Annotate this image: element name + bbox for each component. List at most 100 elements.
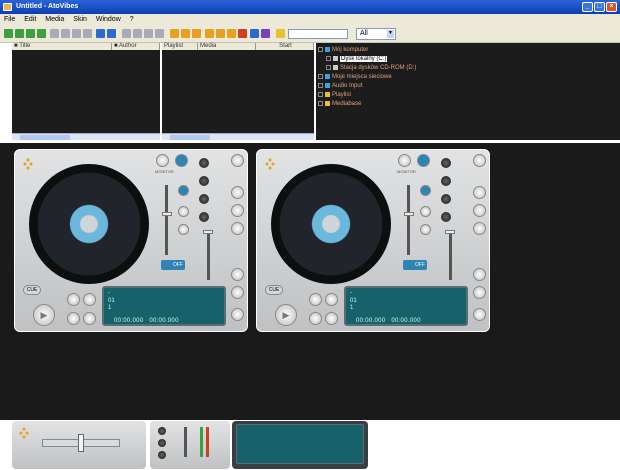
load-icon[interactable]: [15, 29, 24, 38]
copy-icon[interactable]: [61, 29, 70, 38]
folder-icon[interactable]: [276, 29, 285, 38]
cue-button[interactable]: CUE: [23, 285, 41, 295]
mixer-knob[interactable]: [158, 427, 166, 435]
volume-handle[interactable]: [203, 230, 213, 234]
fx-button[interactable]: [231, 204, 244, 217]
mixer-knob[interactable]: [158, 451, 166, 459]
crossfader-handle[interactable]: [78, 434, 84, 452]
tool-icon[interactable]: [155, 29, 164, 38]
seek-forward-button[interactable]: [325, 312, 338, 325]
tree-node-audio-input[interactable]: Audio Input: [318, 83, 362, 89]
menu-window[interactable]: Window: [96, 16, 121, 23]
open-icon[interactable]: [4, 29, 13, 38]
pitch-slider[interactable]: [165, 185, 168, 255]
delete-icon[interactable]: [83, 29, 92, 38]
pitch-handle[interactable]: [162, 212, 172, 216]
save-icon[interactable]: [37, 29, 46, 38]
chevron-down-icon[interactable]: ▼: [387, 30, 394, 38]
reloop-button[interactable]: [231, 308, 244, 321]
cue-point-button[interactable]: [83, 293, 96, 306]
open-button[interactable]: [473, 154, 486, 167]
in-button[interactable]: [231, 268, 244, 281]
cue-point-button[interactable]: [325, 293, 338, 306]
minimize-button[interactable]: _: [582, 2, 593, 12]
seek-forward-button[interactable]: [83, 312, 96, 325]
cue-button[interactable]: CUE: [265, 285, 283, 295]
mixer-fader[interactable]: [184, 427, 187, 457]
tree-node-cdrom[interactable]: Stacja dysków CD-ROM (D:): [326, 65, 416, 71]
close-button[interactable]: ×: [606, 2, 617, 12]
pitch-handle[interactable]: [404, 212, 414, 216]
turntable-platter[interactable]: [29, 164, 149, 284]
sync-button[interactable]: [175, 154, 188, 167]
gain-knob[interactable]: [199, 158, 209, 168]
layout-icon[interactable]: [192, 29, 201, 38]
track-list[interactable]: ■ Title ■ Author: [12, 43, 160, 140]
fx-button[interactable]: [231, 222, 244, 235]
scope-select[interactable]: All ▼: [356, 28, 396, 40]
open-button[interactable]: [231, 154, 244, 167]
record-icon[interactable]: [96, 29, 105, 38]
mixer-icon[interactable]: [227, 29, 236, 38]
play-button[interactable]: ▶: [275, 304, 297, 326]
menu-file[interactable]: File: [4, 16, 15, 23]
out-button[interactable]: [473, 286, 486, 299]
pitch-up-button[interactable]: [178, 206, 189, 217]
pitch-down-button[interactable]: [420, 224, 431, 235]
tree-node-drive-c[interactable]: Dysk lokalny (C:): [326, 56, 388, 63]
column-title[interactable]: ■ Title: [12, 43, 112, 50]
sampler-icon[interactable]: [261, 29, 270, 38]
column-start[interactable]: Start: [256, 43, 314, 50]
playlist-list[interactable]: Playlist Media Start: [162, 43, 314, 140]
fx-button[interactable]: [473, 204, 486, 217]
add-icon[interactable]: [26, 29, 35, 38]
pitch-slider[interactable]: [407, 185, 410, 255]
monitor-button[interactable]: [398, 154, 411, 167]
column-author[interactable]: ■ Author: [112, 43, 160, 50]
tool-icon[interactable]: [133, 29, 142, 38]
tree-node-mediabase[interactable]: Mediabase: [318, 101, 361, 107]
volume-slider[interactable]: [207, 230, 210, 280]
mid-knob[interactable]: [199, 194, 209, 204]
menu-help[interactable]: ?: [130, 16, 134, 23]
menu-edit[interactable]: Edit: [24, 16, 36, 23]
column-playlist[interactable]: Playlist: [162, 43, 198, 50]
reloop-button[interactable]: [473, 308, 486, 321]
cue-point-button[interactable]: [67, 293, 80, 306]
cue-point-button[interactable]: [309, 293, 322, 306]
cut-icon[interactable]: [50, 29, 59, 38]
keylock-button[interactable]: [420, 185, 431, 196]
scrollbar[interactable]: [12, 133, 160, 140]
turntable-platter[interactable]: [271, 164, 391, 284]
menu-skin[interactable]: Skin: [73, 16, 87, 23]
volume-handle[interactable]: [445, 230, 455, 234]
high-knob[interactable]: [441, 176, 451, 186]
low-knob[interactable]: [199, 212, 209, 222]
keylock-button[interactable]: [178, 185, 189, 196]
pitch-up-button[interactable]: [420, 206, 431, 217]
fx-button[interactable]: [473, 186, 486, 199]
seek-back-button[interactable]: [67, 312, 80, 325]
volume-slider[interactable]: [449, 230, 452, 280]
pitch-down-button[interactable]: [178, 224, 189, 235]
paste-icon[interactable]: [72, 29, 81, 38]
search-input[interactable]: [288, 29, 348, 39]
monitor-button[interactable]: [156, 154, 169, 167]
out-button[interactable]: [231, 286, 244, 299]
high-knob[interactable]: [199, 176, 209, 186]
play-button[interactable]: ▶: [33, 304, 55, 326]
mid-knob[interactable]: [441, 194, 451, 204]
fx-button[interactable]: [231, 186, 244, 199]
mixer-knob[interactable]: [158, 439, 166, 447]
fx-button[interactable]: [473, 222, 486, 235]
tree-node-network[interactable]: Moje miejsca sieciowe: [318, 74, 392, 80]
video-icon[interactable]: [250, 29, 259, 38]
tree-node-computer[interactable]: Mój komputer: [318, 47, 368, 53]
scrollbar[interactable]: [162, 133, 314, 140]
sync-button[interactable]: [417, 154, 430, 167]
column-media[interactable]: Media: [198, 43, 256, 50]
deck-icon[interactable]: [205, 29, 214, 38]
layout-icon[interactable]: [170, 29, 179, 38]
layout-icon[interactable]: [181, 29, 190, 38]
disk-icon[interactable]: [107, 29, 116, 38]
